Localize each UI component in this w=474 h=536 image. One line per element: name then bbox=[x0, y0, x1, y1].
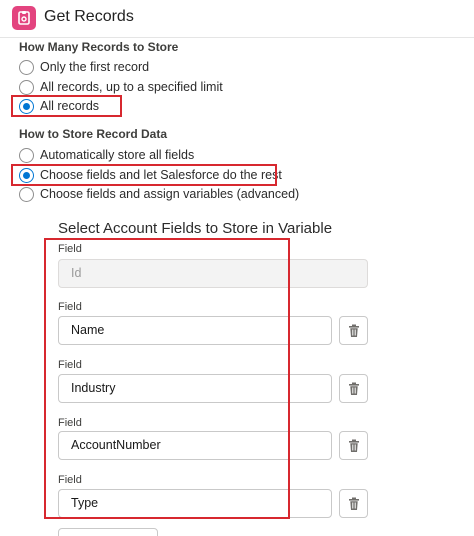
field-label: Field bbox=[58, 474, 82, 486]
radio-option-all-records[interactable]: All records bbox=[19, 97, 99, 115]
records-icon bbox=[12, 6, 36, 30]
field-label: Field bbox=[58, 301, 82, 313]
radio-option-choose-fields[interactable]: Choose fields and let Salesforce do the … bbox=[19, 166, 282, 184]
field-input-accountnumber[interactable]: AccountNumber bbox=[58, 431, 332, 460]
delete-field-button[interactable] bbox=[339, 316, 368, 345]
radio-button[interactable] bbox=[19, 186, 34, 202]
field-label: Field bbox=[58, 417, 82, 429]
trash-icon bbox=[349, 497, 359, 510]
field-label: Field bbox=[58, 359, 82, 371]
delete-field-button[interactable] bbox=[339, 489, 368, 518]
radio-option-assign-variables[interactable]: Choose fields and assign variables (adva… bbox=[19, 185, 299, 203]
radio-label: Choose fields and assign variables (adva… bbox=[40, 187, 300, 201]
radio-option-records-limit[interactable]: All records, up to a specified limit bbox=[19, 78, 223, 96]
delete-field-button[interactable] bbox=[339, 431, 368, 460]
field-input-name[interactable]: Name bbox=[58, 316, 332, 345]
storage-section-label: How to Store Record Data bbox=[19, 127, 168, 141]
field-input-industry[interactable]: Industry bbox=[58, 374, 332, 403]
field-input-type[interactable]: Type bbox=[58, 489, 332, 518]
radio-button[interactable] bbox=[19, 79, 34, 95]
radio-button-selected[interactable] bbox=[19, 98, 34, 114]
records-section-label: How Many Records to Store bbox=[19, 40, 179, 54]
radio-option-first-record[interactable]: Only the first record bbox=[19, 58, 149, 76]
page-title: Get Records bbox=[44, 8, 134, 25]
radio-label: Automatically store all fields bbox=[40, 148, 195, 162]
fields-section-title: Select Account Fields to Store in Variab… bbox=[58, 220, 333, 237]
add-field-button[interactable] bbox=[58, 528, 158, 536]
field-input-id: Id bbox=[58, 259, 368, 288]
radio-button[interactable] bbox=[19, 59, 34, 75]
trash-icon bbox=[349, 324, 359, 337]
radio-option-auto-store[interactable]: Automatically store all fields bbox=[19, 146, 194, 164]
delete-field-button[interactable] bbox=[339, 374, 368, 403]
field-label: Field bbox=[58, 243, 82, 255]
panel-header: Get Records bbox=[0, 0, 474, 38]
trash-icon bbox=[349, 439, 359, 452]
radio-label: Choose fields and let Salesforce do the … bbox=[40, 168, 282, 182]
radio-button-selected[interactable] bbox=[19, 167, 34, 183]
trash-icon bbox=[349, 382, 359, 395]
radio-label: All records, up to a specified limit bbox=[40, 80, 223, 94]
radio-button[interactable] bbox=[19, 147, 34, 163]
radio-label: All records bbox=[40, 99, 100, 113]
radio-label: Only the first record bbox=[40, 60, 150, 74]
